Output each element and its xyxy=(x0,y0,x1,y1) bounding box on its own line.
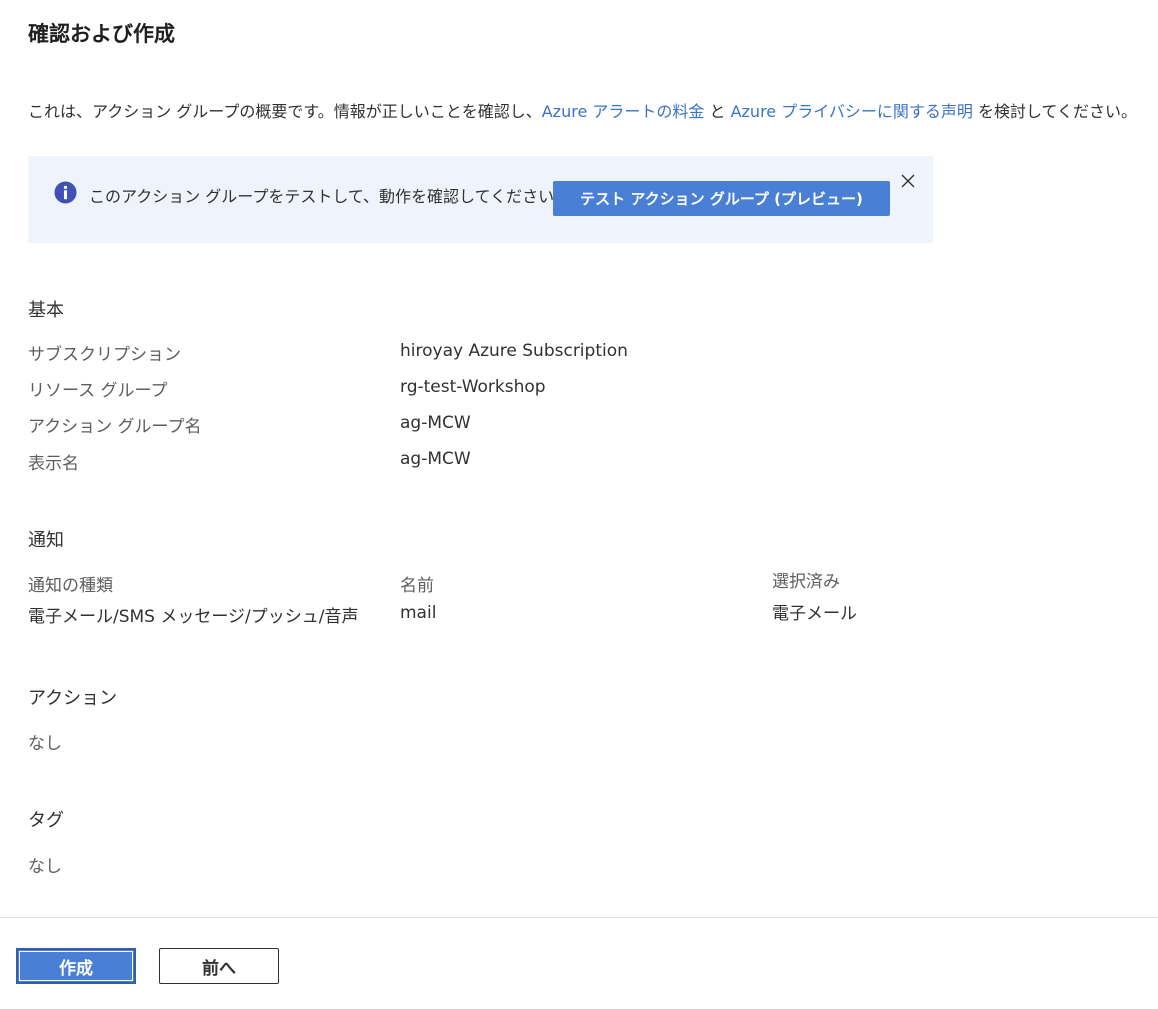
action-group-name-label: アクション グループ名 xyxy=(28,417,202,437)
privacy-link[interactable]: Azure プライバシーに関する声明 xyxy=(731,102,973,121)
resource-group-label: リソース グループ xyxy=(28,381,168,401)
footer-divider xyxy=(0,917,1158,918)
notification-selected-column-header: 選択済み xyxy=(772,572,840,592)
actions-value: なし xyxy=(28,734,62,754)
intro-text-before: これは、アクション グループの概要です。情報が正しいことを確認し、 xyxy=(28,102,542,121)
display-name-label: 表示名 xyxy=(28,454,79,474)
info-banner: このアクション グループをテストして、動作を確認してください。 テスト アクショ… xyxy=(28,156,933,243)
actions-heading: アクション xyxy=(28,688,118,709)
intro-text-after: を検討してください。 xyxy=(972,102,1138,121)
pricing-link[interactable]: Azure アラートの料金 xyxy=(542,102,705,121)
page-title: 確認および作成 xyxy=(28,22,175,46)
subscription-label: サブスクリプション xyxy=(28,345,181,365)
notification-type-column-header: 通知の種類 xyxy=(28,576,113,596)
tags-heading: タグ xyxy=(28,810,64,831)
info-icon xyxy=(54,181,77,204)
create-button[interactable]: 作成 xyxy=(16,948,136,984)
banner-message: このアクション グループをテストして、動作を確認してください。 xyxy=(89,187,571,206)
intro-text-and: と xyxy=(704,102,731,121)
close-icon[interactable] xyxy=(900,173,916,189)
test-action-group-button[interactable]: テスト アクション グループ (プレビュー) xyxy=(553,181,890,216)
basics-heading: 基本 xyxy=(28,300,64,321)
intro-text: これは、アクション グループの概要です。情報が正しいことを確認し、Azure ア… xyxy=(28,98,1137,122)
resource-group-value: rg-test-Workshop xyxy=(400,377,546,397)
notification-type-value: 電子メール/SMS メッセージ/プッシュ/音声 xyxy=(28,607,359,627)
tags-value: なし xyxy=(28,857,62,877)
notification-name-value: mail xyxy=(400,603,437,623)
display-name-value: ag-MCW xyxy=(400,449,471,469)
notification-name-column-header: 名前 xyxy=(400,576,434,596)
notifications-heading: 通知 xyxy=(28,530,64,551)
action-group-name-value: ag-MCW xyxy=(400,413,471,433)
notification-selected-value: 電子メール xyxy=(772,604,857,624)
previous-button[interactable]: 前へ xyxy=(159,948,279,984)
subscription-value: hiroyay Azure Subscription xyxy=(400,341,628,361)
